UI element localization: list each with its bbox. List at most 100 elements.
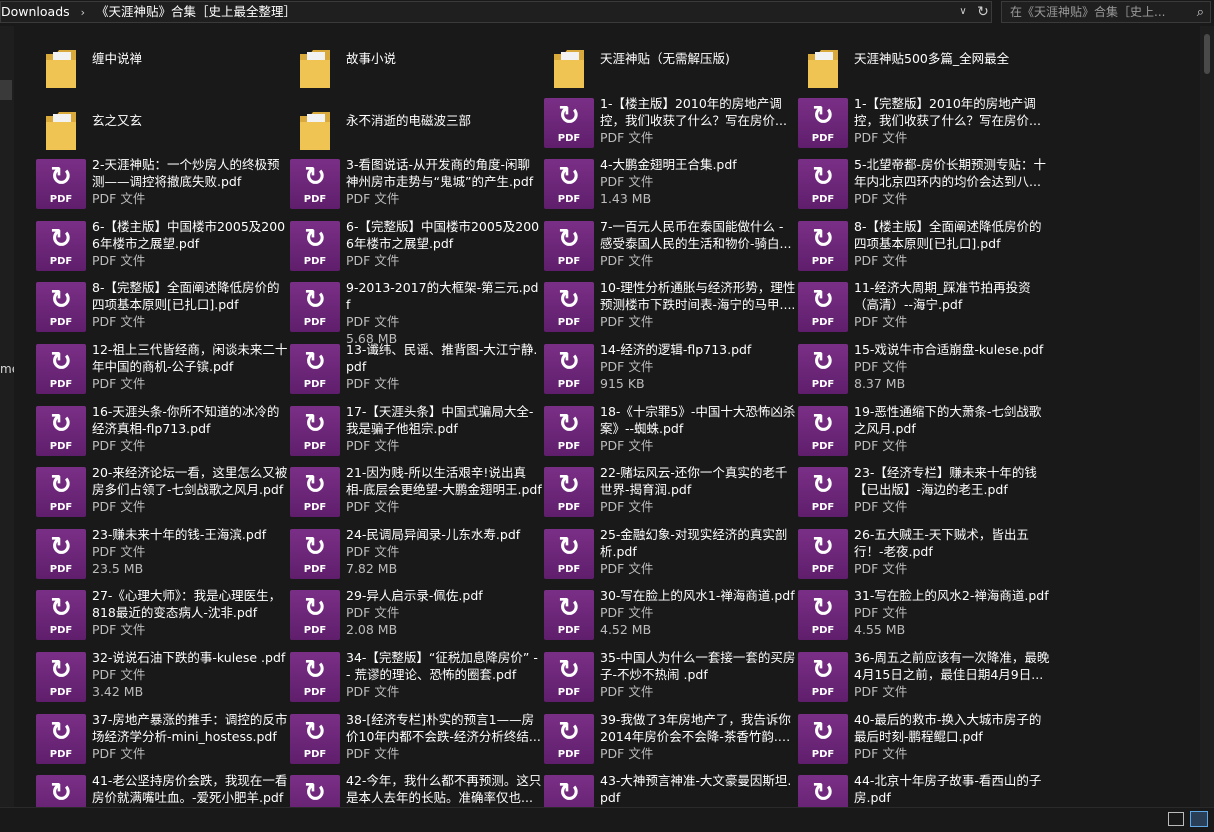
file-item[interactable]: ↻PDF44-北京十年房子故事-看西山的子房.pdfPDF 文件 [798,771,1048,807]
file-item[interactable]: ↻ PDF 17-【天涯头条】中国式骗局大全-我是骗子他祖宗.pdf PDF 文件 [290,402,540,460]
vertical-scrollbar[interactable] [1200,26,1214,807]
item-text: 16-天涯头条-你所不知道的冰冷的经济真相-flp713.pdf PDF 文件 [92,403,288,454]
pdf-badge: ↻PDF [544,221,594,271]
file-item[interactable]: ↻ PDF 20-来经济论坛一看，这里怎么又被房多们占领了-七剑战歌之风月.pdf P… [36,463,287,521]
refresh-icon[interactable]: ↻ [975,3,991,21]
item-name: 6-【楼主版】中国楼市2005及2006年楼市之展望.pdf [92,219,286,251]
breadcrumb-downloads[interactable]: Downloads [1,2,70,22]
folder-item[interactable]: 缠中说禅 [36,32,286,90]
foxit-logo-icon: ↻ [304,409,326,439]
item-type: PDF 文件 [854,314,908,329]
file-item[interactable]: ↻ PDF 39-我做了3年房地产了，我告诉你2014年房价会不会降-茶香竹韵.p.… [544,710,794,768]
pdf-file-icon: ↻ PDF [290,344,340,394]
pdf-badge: ↻PDF [290,467,340,517]
breadcrumb-current-folder[interactable]: 《天涯神贴》合集［史上最全整理］ [96,2,296,22]
search-icon[interactable]: ⌕ [1197,3,1204,22]
file-item[interactable]: ↻ PDF 40-最后的救市-换入大城市房子的最后时刻-鹏程鲲口.pdf PDF 文件 [798,710,1048,768]
item-name: 21-因为贱-所以生活艰辛!说出真相-底层会更绝望-大鹏金翅明王.pdf [346,465,542,497]
foxit-logo-icon: ↻ [558,655,580,685]
file-item[interactable]: ↻ PDF 38-[经济专栏]朴实的预言1——房价10年内都不会跌-经济分析终结..… [290,710,541,768]
item-name: 39-我做了3年房地产了，我告诉你2014年房价会不会降-茶香竹韵.p... [600,712,791,744]
file-item[interactable]: ↻ PDF 6-【完整版】中国楼市2005及2006年楼市之展望.pdf PDF 文件 [290,217,540,275]
pdf-badge: ↻PDF [798,775,848,807]
file-list[interactable]: 缠中说禅 故事小说 天涯神贴（无需解压版) 天涯神贴500多篇_全网最全玄之又玄 永不消… [14,26,1200,807]
file-item[interactable]: ↻ PDF 8-【完整版】全面阐述降低房价的四项基本原则[已扎口].pdf PDF 文… [36,278,286,336]
pdf-file-icon: ↻ PDF [544,652,594,702]
file-item[interactable]: ↻ PDF 4-大鹏金翅明王合集.pdf PDF 文件 1.43 MB [544,155,794,213]
file-item[interactable]: ↻ PDF 13-谶纬、民谣、推背图-大江宁静.pdf PDF 文件 [290,340,540,398]
file-item[interactable]: ↻ PDF 8-【楼主版】全面阐述降低房价的四项基本原则[已扎口].pdf PDF 文… [798,217,1048,275]
file-item[interactable]: ↻ PDF 37-房地产暴涨的推手：调控的反市场经济学分析-mini_hostess… [36,710,288,768]
file-item[interactable]: ↻ PDF 2-天涯神贴：一个炒房人的终极预测——调控将撤底失败.pdf PDF 文件 [36,155,286,213]
file-item[interactable]: ↻PDF42-今年，我什么都不再预测。这只是本人去年的长贴。准确率仅也...PD… [290,771,541,807]
file-item[interactable]: ↻ PDF 27-《心理大师》：我是心理医生，818最近的变态病人-沈非.pdf PD… [36,586,286,644]
item-type: PDF 文件 [92,544,146,559]
file-item[interactable]: ↻ PDF 15-戏说牛市合适崩盘-kulese.pdf PDF 文件 8.37 MB [798,340,1048,398]
file-item[interactable]: ↻ PDF 23-【经济专栏】赚未来十年的钱【已出版】-海边的老王.pdf PDF 文… [798,463,1048,521]
file-item[interactable]: ↻ PDF 30-写在脸上的风水1-禅海商道.pdf PDF 文件 4.52 MB [544,586,795,644]
navigation-pane[interactable] [0,26,14,807]
file-item[interactable]: ↻ PDF 23-赚未来十年的钱-王海滨.pdf PDF 文件 23.5 MB [36,525,286,583]
pdf-label: PDF [811,256,835,267]
folder-item[interactable]: 天涯神贴500多篇_全网最全 [798,32,1048,90]
folder-item[interactable]: 故事小说 [290,32,540,90]
file-item[interactable]: ↻ PDF 35-中国人为什么一套接一套的买房子-不炒不热闹 .pdf PDF 文件 [544,648,795,706]
file-item[interactable]: ↻ PDF 24-民调局异闻录-儿东水寿.pdf PDF 文件 7.82 MB [290,525,540,583]
file-item[interactable]: ↻ PDF 22-赌坛风云-还你一个真实的老千世界-揭育润.pdf PDF 文件 [544,463,794,521]
pdf-label: PDF [303,256,327,267]
file-item[interactable]: ↻ PDF 11-经济大周期_踩准节拍再投资（高清）--海宁.pdf PDF 文件 [798,278,1048,336]
file-item[interactable]: ↻ PDF 26-五大贼王-天下贼术，皆出五行！-老夜.pdf PDF 文件 [798,525,1048,583]
item-text: 天涯神贴500多篇_全网最全 [854,50,1050,67]
file-item[interactable]: ↻ PDF 32-说说石油下跌的事-kulese .pdf PDF 文件 3.42 MB [36,648,286,706]
file-item[interactable]: ↻ PDF 7-一百元人民币在泰国能做什么 - 感受泰国人民的生活和物价-骑白...… [544,217,794,275]
item-text: 11-经济大周期_踩准节拍再投资（高清）--海宁.pdf PDF 文件 [854,279,1050,330]
folder-item[interactable]: 永不消逝的电磁波三部 [290,94,540,152]
item-type: PDF 文件 [854,499,908,514]
pdf-badge: ↻PDF [798,590,848,640]
tiles-view-icon[interactable] [1190,811,1208,827]
file-item[interactable]: ↻ PDF 9-2013-2017的大框架-第三元.pdf PDF 文件 5.68 MB [290,278,540,346]
file-item[interactable]: ↻ PDF 36-周五之前应该有一次降准，最晚4月15日之前，最佳日期4月9日...… [798,648,1049,706]
file-item[interactable]: ↻PDF41-老公坚持房价会跌，我现在一看房价就满嘴吐血。-爱死小肥羊.pdfP… [36,771,288,807]
file-item[interactable]: ↻ PDF 12-祖上三代皆经商，闲谈未来二十年中国的商机-公子镔.pdf PDF 文… [36,340,288,398]
item-name: 37-房地产暴涨的推手：调控的反市场经济学分析-mini_hostess.pdf [92,712,288,744]
file-item[interactable]: ↻ PDF 1-【楼主版】2010年的房地产调控，我们收获了什么？写在房价... PD… [544,94,794,152]
address-box[interactable]: Downloads › 《天涯神贴》合集［史上最全整理］ [0,1,992,23]
file-item[interactable]: ↻ PDF 1-【完整版】2010年的房地产调控，我们收获了什么？写在房价... PD… [798,94,1048,152]
item-name: 41-老公坚持房价会跌，我现在一看房价就满嘴吐血。-爱死小肥羊.pdf [92,773,288,805]
file-item[interactable]: ↻ PDF 21-因为贱-所以生活艰辛!说出真相-底层会更绝望-大鹏金翅明王.pdf… [290,463,542,521]
file-item[interactable]: ↻ PDF 18-《十宗罪5》-中国十大恐怖凶杀案》--蜘蛛.pdf PDF 文件 [544,402,795,460]
file-item[interactable]: ↻ PDF 6-【楼主版】中国楼市2005及2006年楼市之展望.pdf PDF 文件 [36,217,286,275]
file-item[interactable]: ↻PDF43-大神预言神准-大文豪曼因斯坦.pdfPDF 文件 [544,771,794,807]
nav-selected-item[interactable] [0,80,12,100]
file-item[interactable]: ↻ PDF 3-看图说话-从开发商的角度-闲聊神州房市走势与“鬼城”的产生.pdf P… [290,155,540,213]
folder-item[interactable]: 玄之又玄 [36,94,286,152]
pdf-file-icon: ↻ PDF [798,221,848,271]
file-item[interactable]: ↻ PDF 31-写在脸上的风水2-禅海商道.pdf PDF 文件 4.55 MB [798,586,1049,644]
item-name: 10-理性分析通胀与经济形势，理性预测楼市下跌时间表-海宁的马甲.... [600,280,796,312]
file-item[interactable]: ↻ PDF 29-异人启示录-佩佐.pdf PDF 文件 2.08 MB [290,586,540,644]
folder-item[interactable]: 天涯神贴（无需解压版) [544,32,794,90]
search-input[interactable]: 在《天涯神贴》合集［史上... ⌕ [1001,1,1211,23]
item-name: 15-戏说牛市合适崩盘-kulese.pdf [854,342,1044,357]
file-item[interactable]: ↻ PDF 10-理性分析通胀与经济形势，理性预测楼市下跌时间表-海宁的马甲....… [544,278,796,336]
item-name: 8-【楼主版】全面阐述降低房价的四项基本原则[已扎口].pdf [854,219,1042,251]
item-name: 26-五大贼王-天下贼术，皆出五行！-老夜.pdf [854,527,1029,559]
address-history-dropdown-icon[interactable]: ∨ [955,4,971,20]
file-item[interactable]: ↻ PDF 5-北望帝都-房价长期预测专贴：十年内北京四环内的均价会达到八... PD… [798,155,1048,213]
item-name: 12-祖上三代皆经商，闲谈未来二十年中国的商机-公子镔.pdf [92,342,288,374]
foxit-logo-icon: ↻ [558,101,580,131]
pdf-badge: ↻PDF [36,282,86,332]
file-item[interactable]: ↻ PDF 19-恶性通缩下的大萧条-七剑战歌之风月.pdf PDF 文件 [798,402,1048,460]
breadcrumb-separator-icon[interactable]: › [81,3,85,22]
scrollbar-thumb[interactable] [1204,34,1210,74]
file-item[interactable]: ↻ PDF 25-金融幻象-对现实经济的真实剖析.pdf PDF 文件 [544,525,794,583]
file-item[interactable]: ↻ PDF 14-经济的逻辑-flp713.pdf PDF 文件 915 KB [544,340,794,398]
file-item[interactable]: ↻ PDF 34-【完整版】“征税加息降房价” - - 荒谬的理论、恐怖的圈套.pd… [290,648,540,706]
file-item[interactable]: ↻ PDF 16-天涯头条-你所不知道的冰冷的经济真相-flp713.pdf PDF … [36,402,286,460]
details-view-icon[interactable] [1168,812,1184,826]
item-name: 11-经济大周期_踩准节拍再投资（高清）--海宁.pdf [854,280,1031,312]
pdf-badge: ↻PDF [290,406,340,456]
item-type: PDF 文件 [346,314,400,329]
pdf-label: PDF [811,625,835,636]
